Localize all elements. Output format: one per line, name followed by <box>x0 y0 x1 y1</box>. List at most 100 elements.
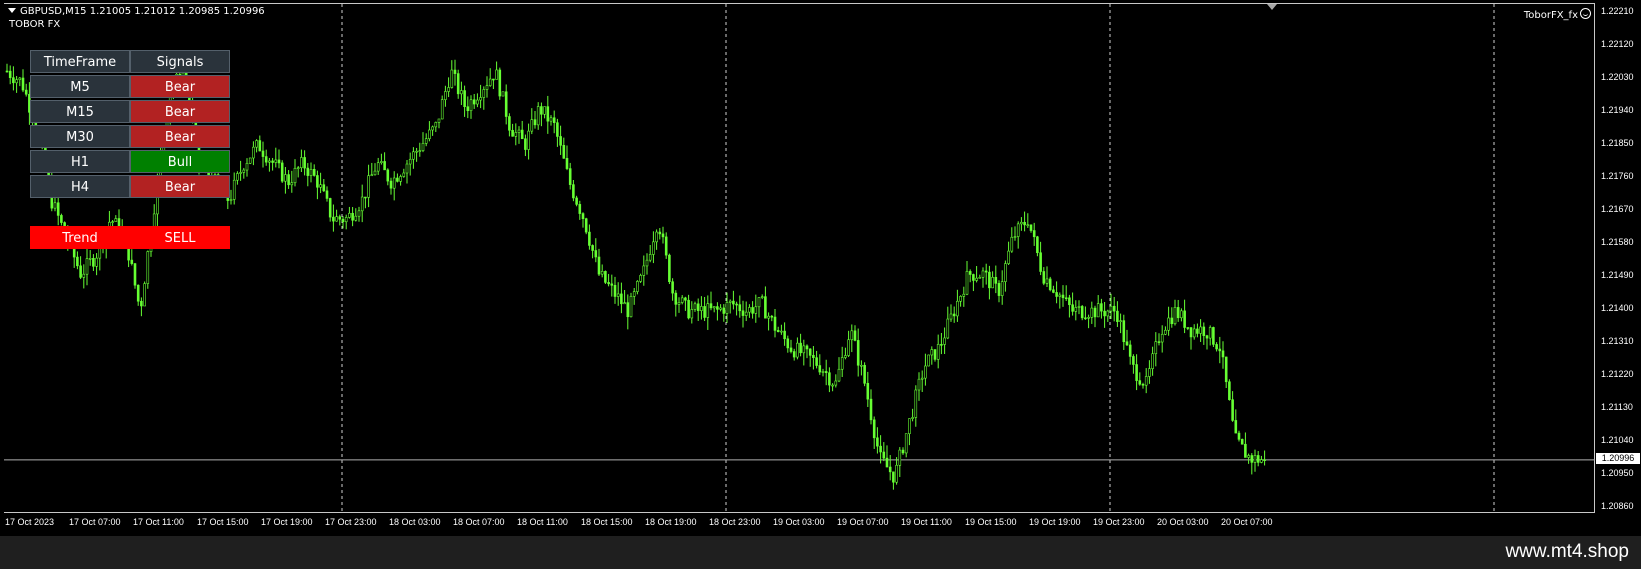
candle-body <box>584 218 588 233</box>
time-tick-label: 18 Oct 11:00 <box>517 517 568 527</box>
candle-body <box>917 378 921 391</box>
candle-body <box>1199 326 1202 334</box>
watermark: www.mt4.shop <box>1505 541 1629 562</box>
time-tick-label: 19 Oct 23:00 <box>1093 517 1145 527</box>
candle-body <box>1164 329 1167 335</box>
candle-body <box>1016 223 1020 237</box>
candle-body <box>994 276 998 284</box>
candle-body <box>879 445 882 453</box>
candle-body <box>895 464 898 483</box>
candle-body <box>1010 236 1014 252</box>
candle-body <box>575 197 578 205</box>
price-tick-label: 1.21040 <box>1601 435 1634 445</box>
candle-body <box>271 160 274 163</box>
signal-cell: Bear <box>130 175 230 198</box>
candle-body <box>898 449 902 466</box>
candle-body <box>930 349 934 356</box>
candle-body <box>690 309 694 319</box>
candle-body <box>21 77 25 91</box>
candle-body <box>146 251 150 284</box>
time-tick-label: 17 Oct 2023 <box>5 517 55 527</box>
candle-body <box>232 179 236 200</box>
candle-body <box>444 91 447 100</box>
price-tick-label: 1.21670 <box>1601 204 1634 214</box>
candle-body <box>18 77 22 80</box>
candle-body <box>364 196 367 199</box>
candle-body <box>92 258 95 267</box>
candle-body <box>568 168 572 185</box>
candle-body <box>405 163 409 174</box>
candle-body <box>805 345 809 350</box>
candle-body <box>284 174 287 182</box>
candle-body <box>834 380 838 386</box>
candle-body <box>1106 310 1110 317</box>
candle-body <box>1151 353 1154 369</box>
symbol-header[interactable]: GBPUSD,M15 1.21005 1.21012 1.20985 1.209… <box>8 6 265 17</box>
candle-body <box>1052 289 1055 293</box>
candle-body <box>837 368 841 382</box>
price-tick-label: 1.21130 <box>1601 402 1633 412</box>
candle-body <box>450 69 454 88</box>
brand-tag: ToborFX_fx <box>1524 8 1591 21</box>
candle-body <box>76 256 79 267</box>
candle-body <box>597 256 601 275</box>
candle-body <box>616 293 620 297</box>
candle-body <box>1215 344 1218 350</box>
candle-body <box>1205 335 1209 339</box>
candle-body <box>872 419 876 439</box>
timeframe-cell: M30 <box>30 125 130 148</box>
candle-body <box>325 190 329 199</box>
candle-body <box>1186 327 1190 329</box>
candle-body <box>908 418 911 434</box>
chart-shift-marker-icon[interactable] <box>1267 4 1277 10</box>
candle-body <box>1013 236 1017 238</box>
candle-body <box>911 417 914 419</box>
price-tick-label: 1.21310 <box>1601 336 1634 346</box>
candle-body <box>498 69 502 97</box>
candle-body <box>60 215 63 223</box>
candle-body <box>524 138 527 150</box>
candle-body <box>412 151 415 160</box>
candle-body <box>338 216 342 220</box>
candle-body <box>655 231 658 243</box>
candle-body <box>668 254 671 283</box>
candle-body <box>773 316 777 331</box>
candle-body <box>831 384 834 387</box>
price-tick-label: 1.22210 <box>1601 6 1634 16</box>
candle-body <box>789 347 793 352</box>
dropdown-triangle-icon[interactable] <box>8 8 16 13</box>
signal-cell: Bear <box>130 100 230 123</box>
candle-body <box>847 339 850 356</box>
candle-body <box>770 315 774 318</box>
candle-body <box>309 168 313 176</box>
candle-body <box>818 365 822 373</box>
candle-body <box>520 129 524 140</box>
candle-body <box>562 144 566 159</box>
candle-body <box>1218 348 1222 352</box>
candle-body <box>351 212 354 221</box>
candle-body <box>517 129 521 133</box>
candle-body <box>540 106 543 115</box>
candle-body <box>418 150 422 152</box>
candle-body <box>639 275 642 282</box>
candle-body <box>808 348 812 356</box>
candle-body <box>885 457 889 468</box>
candle-body <box>860 364 863 367</box>
candle-body <box>421 142 425 151</box>
candle-body <box>840 357 844 370</box>
candle-body <box>1221 350 1225 358</box>
chart-area[interactable]: GBPUSD,M15 1.21005 1.21012 1.20985 1.209… <box>0 0 1641 536</box>
candle-body <box>719 307 722 310</box>
candle-body <box>940 344 943 346</box>
candle-body <box>335 216 338 222</box>
candle-body <box>1103 310 1106 317</box>
candle-body <box>1132 356 1135 365</box>
candlestick-chart[interactable] <box>0 0 1641 536</box>
time-tick-label: 18 Oct 15:00 <box>581 517 633 527</box>
candle-body <box>85 258 89 275</box>
candle-body <box>383 161 386 171</box>
symbol-info: GBPUSD,M15 1.21005 1.21012 1.20985 1.209… <box>20 6 265 17</box>
candle-body <box>264 156 268 163</box>
candle-body <box>610 283 614 286</box>
candle-body <box>504 91 508 117</box>
